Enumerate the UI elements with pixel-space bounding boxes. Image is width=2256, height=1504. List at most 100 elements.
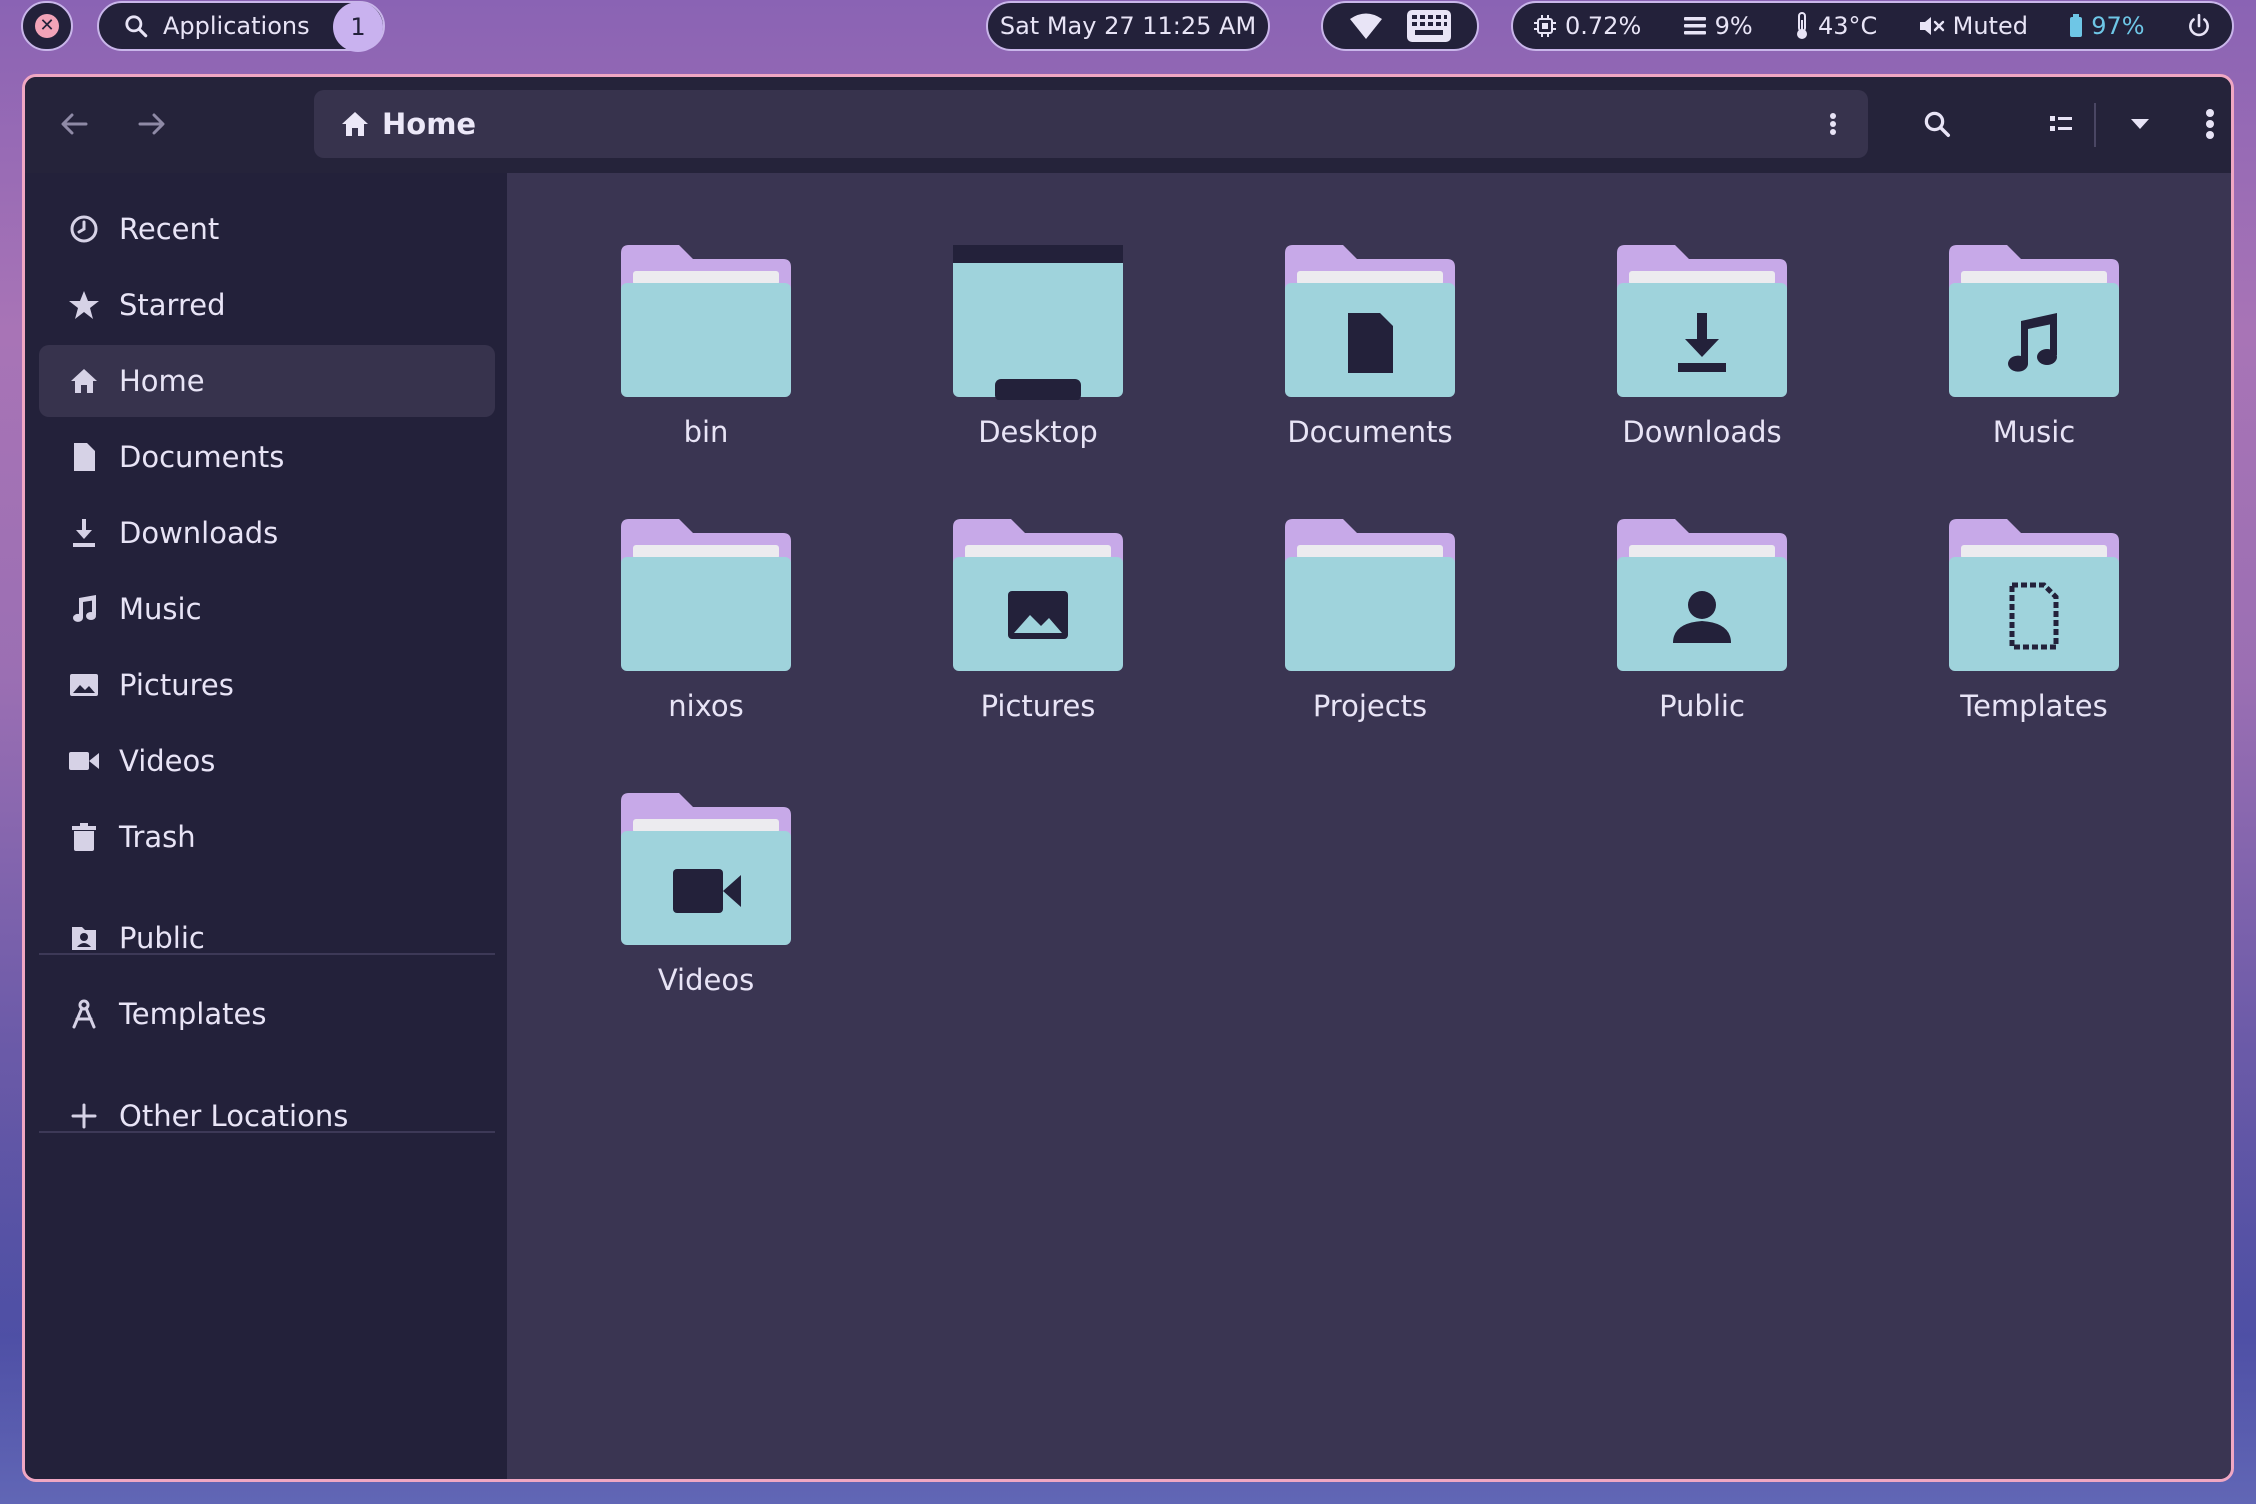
memory-label: 9% — [1714, 12, 1753, 40]
sidebar-item-public[interactable]: Public — [39, 902, 495, 974]
sidebar-item-label: Public — [119, 921, 205, 955]
places-sidebar: Recent Starred Home Documents Downloads … — [25, 173, 507, 1479]
temperature-stat[interactable]: 43°C — [1794, 12, 1877, 40]
view-options-button[interactable] — [2115, 99, 2165, 149]
vertical-dots-icon — [1830, 113, 1836, 135]
memory-stat[interactable]: 9% — [1683, 12, 1753, 40]
close-icon: ✕ — [35, 14, 59, 38]
clock[interactable]: Sat May 27 11:25 AM — [986, 1, 1270, 51]
temperature-label: 43°C — [1817, 12, 1878, 40]
sidebar-item-label: Recent — [119, 212, 220, 246]
wifi-icon[interactable] — [1349, 12, 1383, 40]
battery-stat[interactable]: 97% — [2069, 12, 2145, 40]
forward-button[interactable] — [129, 101, 175, 147]
sidebar-item-pictures[interactable]: Pictures — [39, 649, 495, 721]
volume-label: Muted — [1952, 12, 2028, 40]
file-item-nixos[interactable]: nixos — [563, 483, 803, 723]
sidebar-item-starred[interactable]: Starred — [39, 269, 495, 341]
network-tray — [1321, 1, 1479, 51]
sidebar-item-label: Documents — [119, 440, 285, 474]
keyboard-icon[interactable] — [1406, 9, 1452, 43]
sidebar-item-videos[interactable]: Videos — [39, 725, 495, 797]
file-item-templates[interactable]: Templates — [1891, 483, 2131, 723]
close-window-button[interactable]: ✕ — [21, 1, 73, 51]
cpu-stat[interactable]: 0.72% — [1533, 12, 1641, 40]
sidebar-item-documents[interactable]: Documents — [39, 421, 495, 493]
power-icon[interactable] — [2186, 13, 2212, 39]
file-name: Templates — [1960, 689, 2108, 723]
document-icon — [67, 440, 101, 474]
header-separator — [2094, 103, 2096, 147]
plus-icon — [67, 1099, 101, 1133]
system-stats: 0.72% 9% 43°C Muted 97% — [1511, 1, 2234, 51]
sidebar-item-label: Other Locations — [119, 1099, 349, 1133]
file-item-pictures[interactable]: Pictures — [895, 483, 1135, 723]
applications-label: Applications — [163, 12, 310, 40]
trash-icon — [67, 820, 101, 854]
sidebar-item-label: Videos — [119, 744, 216, 778]
file-name: Public — [1659, 689, 1745, 723]
picture-icon — [67, 668, 101, 702]
templates-icon — [67, 997, 101, 1031]
applications-button[interactable]: Applications 1 — [97, 1, 385, 52]
music-folder-icon — [1949, 245, 2119, 397]
home-icon — [67, 364, 101, 398]
desktop-folder-icon — [953, 245, 1123, 400]
sidebar-item-templates[interactable]: Templates — [39, 978, 495, 1050]
sidebar-item-music[interactable]: Music — [39, 573, 495, 645]
workspace-badge[interactable]: 1 — [333, 2, 383, 52]
file-name: Projects — [1312, 689, 1428, 723]
file-item-music[interactable]: Music — [1891, 209, 2131, 449]
file-item-videos[interactable]: Videos — [563, 757, 803, 997]
sidebar-item-label: Pictures — [119, 668, 234, 702]
sidebar-item-trash[interactable]: Trash — [39, 801, 495, 873]
volume-stat[interactable]: Muted — [1919, 12, 2028, 40]
folder-icon — [621, 519, 791, 671]
sidebar-item-label: Trash — [119, 820, 196, 854]
home-icon — [342, 112, 368, 136]
top-panel: ✕ Applications 1 Sat May 27 11:25 AM 0.7… — [0, 0, 2256, 52]
memory-icon — [1683, 17, 1706, 35]
pictures-folder-icon — [953, 519, 1123, 671]
sidebar-item-home[interactable]: Home — [39, 345, 495, 417]
sidebar-item-recent[interactable]: Recent — [39, 193, 495, 265]
path-bar[interactable]: Home — [314, 90, 1868, 158]
music-note-icon — [67, 592, 101, 626]
download-icon — [67, 516, 101, 550]
file-name: Pictures — [980, 689, 1096, 723]
thermometer-icon — [1796, 12, 1807, 39]
sidebar-item-downloads[interactable]: Downloads — [39, 497, 495, 569]
speaker-muted-icon — [1919, 17, 1944, 35]
arrow-right-icon — [138, 113, 165, 135]
file-name: Documents — [1287, 415, 1453, 449]
cpu-icon — [1534, 15, 1556, 37]
arrow-left-icon — [61, 113, 88, 135]
vertical-dots-icon — [2206, 109, 2214, 139]
sidebar-item-other-locations[interactable]: Other Locations — [39, 1080, 495, 1152]
public-folder-icon — [67, 921, 101, 955]
file-item-desktop[interactable]: Desktop — [895, 209, 1135, 449]
header-bar: Home — [25, 77, 2231, 173]
back-button[interactable] — [51, 101, 97, 147]
file-item-public[interactable]: Public — [1559, 483, 1799, 723]
path-menu-button[interactable] — [1818, 104, 1848, 144]
folder-icon — [621, 245, 791, 397]
star-icon — [67, 288, 101, 322]
sidebar-item-label: Templates — [119, 997, 267, 1031]
clock-label: Sat May 27 11:25 AM — [999, 12, 1257, 40]
battery-icon — [2070, 14, 2083, 37]
file-item-bin[interactable]: bin — [563, 209, 803, 449]
view-mode-button[interactable] — [2037, 99, 2087, 149]
public-folder-icon — [1617, 519, 1787, 671]
file-manager-window: Home Recent Starred Home Documents Downl… — [22, 74, 2234, 1482]
cpu-label: 0.72% — [1565, 12, 1642, 40]
main-menu-button[interactable] — [2185, 99, 2231, 149]
file-name: bin — [683, 415, 729, 449]
file-item-documents[interactable]: Documents — [1227, 209, 1467, 449]
templates-folder-icon — [1949, 519, 2119, 671]
file-item-downloads[interactable]: Downloads — [1559, 209, 1799, 449]
chevron-down-icon — [2131, 119, 2149, 129]
file-item-projects[interactable]: Projects — [1227, 483, 1467, 723]
search-icon — [1924, 111, 1950, 137]
search-button[interactable] — [1912, 99, 1962, 149]
